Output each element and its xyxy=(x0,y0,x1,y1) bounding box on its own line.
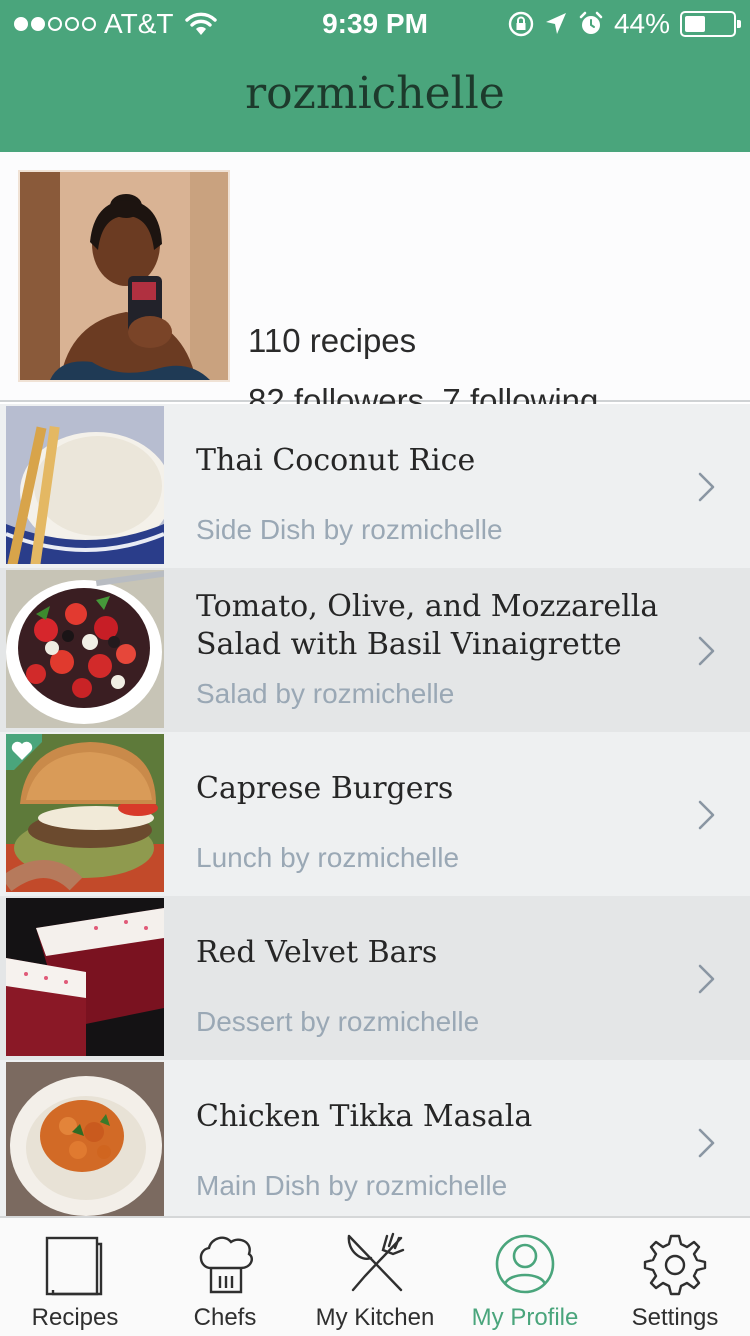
tab-my-kitchen[interactable]: My Kitchen xyxy=(300,1218,450,1336)
alarm-clock-icon xyxy=(579,11,603,34)
recipe-subtitle: Lunch by rozmichelle xyxy=(196,842,460,873)
tab-label: My Profile xyxy=(471,1304,579,1331)
status-right: 44% xyxy=(508,8,741,40)
tomato-salad-photo xyxy=(6,570,164,728)
chevron-right-icon xyxy=(698,1128,715,1158)
chef-hat-icon xyxy=(199,1236,253,1294)
recipe-list: Thai Coconut Rice Side Dish by rozmichel… xyxy=(0,404,750,1220)
recipe-row[interactable]: Tomato, Olive, and Mozzarella Salad with… xyxy=(0,568,750,732)
coconut-rice-photo xyxy=(6,406,164,564)
location-arrow-icon xyxy=(545,13,566,34)
battery-fill xyxy=(685,16,705,32)
tab-my-profile[interactable]: My Profile xyxy=(450,1218,600,1336)
recipes-count: 110 recipes xyxy=(248,322,417,359)
recipe-subtitle: Main Dish by rozmichelle xyxy=(196,1170,508,1201)
chevron-right-icon xyxy=(698,472,715,502)
recipe-thumbnail xyxy=(6,898,164,1056)
app-header: AT&T 9:39 PM 44% rozmichelle xyxy=(0,0,750,152)
recipe-thumbnail xyxy=(6,406,164,564)
status-bar: AT&T 9:39 PM 44% xyxy=(0,0,750,50)
recipe-subtitle: Side Dish by rozmichelle xyxy=(196,514,503,545)
chevron-right-icon xyxy=(698,800,715,830)
favorite-heart-icon[interactable] xyxy=(6,734,42,770)
tab-label: Recipes xyxy=(31,1304,119,1331)
recipe-row[interactable]: Caprese Burgers Lunch by rozmichelle xyxy=(0,732,750,896)
recipe-title: Chicken Tikka Masala xyxy=(196,1099,533,1134)
tab-label: Chefs xyxy=(193,1304,257,1331)
recipe-title: Caprese Burgers xyxy=(196,771,454,806)
tab-bar: Recipes Chefs My Kitchen My Profile Sett… xyxy=(0,1216,750,1336)
profile-username-title: rozmichelle xyxy=(245,68,505,119)
fork-knife-icon xyxy=(347,1232,405,1292)
recipe-row[interactable]: Red Velvet Bars Dessert by rozmichelle xyxy=(0,896,750,1060)
battery-percentage: 44% xyxy=(613,8,670,39)
gear-icon xyxy=(643,1234,707,1296)
recipe-title: Thai Coconut Rice xyxy=(196,443,476,478)
recipe-title-line: Tomato, Olive, and Mozzarella xyxy=(196,589,659,624)
recipe-title: Tomato, Olive, and Mozzarella Salad with… xyxy=(196,588,696,664)
recipe-title-line: Salad with Basil Vinaigrette xyxy=(196,627,622,662)
battery-icon xyxy=(680,11,741,37)
chevron-right-icon xyxy=(698,964,715,994)
recipe-thumbnail xyxy=(6,1062,164,1220)
tab-recipes[interactable]: Recipes xyxy=(0,1218,150,1336)
red-velvet-bars-photo xyxy=(6,898,164,1056)
battery-nub xyxy=(737,20,741,28)
tab-chefs[interactable]: Chefs xyxy=(150,1218,300,1336)
avatar[interactable] xyxy=(20,172,228,380)
chicken-tikka-photo xyxy=(6,1062,164,1220)
recipe-row[interactable]: Chicken Tikka Masala Main Dish by rozmic… xyxy=(0,1060,750,1220)
recipe-subtitle: Salad by rozmichelle xyxy=(196,678,455,709)
recipe-subtitle: Dessert by rozmichelle xyxy=(196,1006,480,1037)
tab-settings[interactable]: Settings xyxy=(600,1218,750,1336)
tab-label: Settings xyxy=(631,1304,719,1331)
book-icon xyxy=(45,1236,103,1296)
recipe-row[interactable]: Thai Coconut Rice Side Dish by rozmichel… xyxy=(0,404,750,568)
recipe-title: Red Velvet Bars xyxy=(196,935,438,970)
avatar-photo xyxy=(20,172,228,380)
recipe-thumbnail xyxy=(6,734,164,892)
rotation-lock-icon xyxy=(508,11,534,37)
chevron-right-icon xyxy=(698,636,715,666)
recipe-thumbnail xyxy=(6,570,164,728)
tab-label: My Kitchen xyxy=(315,1304,435,1331)
profile-icon xyxy=(495,1234,555,1294)
profile-summary: 110 recipes 82 followers, 7 following xyxy=(0,152,750,419)
